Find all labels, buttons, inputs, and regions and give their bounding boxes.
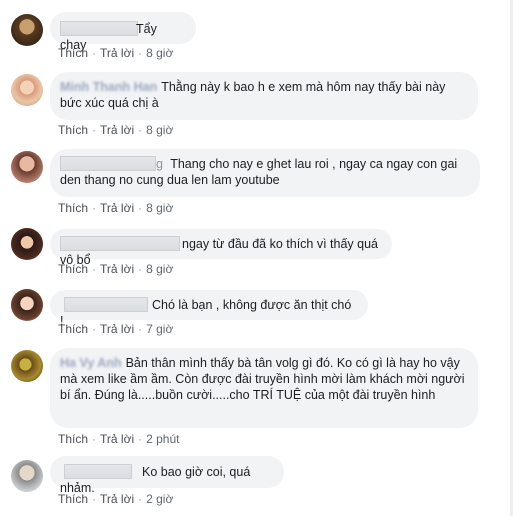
- avatar[interactable]: [11, 151, 43, 183]
- comment-actions: Thích · Trả lời · 8 giờ: [58, 123, 174, 137]
- comment-bubble: Ko bao giờ coi, quá nhảm.: [50, 456, 284, 495]
- comment-actions: Thích · Trả lời · 8 giờ: [58, 262, 174, 276]
- like-link[interactable]: Thích: [58, 123, 88, 137]
- redacted-author-name: [64, 464, 132, 479]
- reply-link[interactable]: Trả lời: [100, 492, 134, 506]
- like-link[interactable]: Thích: [58, 492, 88, 506]
- reply-link[interactable]: Trả lời: [100, 123, 134, 137]
- avatar[interactable]: [11, 228, 43, 260]
- comment-timestamp[interactable]: 8 giờ: [146, 262, 173, 276]
- comment-actions: Thích · Trả lời · 2 giờ: [58, 492, 174, 506]
- comment-actions: Thích · Trả lời · 8 giờ: [58, 46, 174, 60]
- comment-timestamp[interactable]: 8 giờ: [146, 201, 173, 215]
- reply-link[interactable]: Trả lời: [100, 46, 134, 60]
- comment-timestamp[interactable]: 2 phút: [146, 432, 179, 446]
- comment-bubble: g Thang cho nay e ghet lau roi , ngay ca…: [50, 149, 480, 197]
- reply-link[interactable]: Trả lời: [100, 432, 134, 446]
- comment-timestamp[interactable]: 8 giờ: [146, 123, 173, 137]
- like-link[interactable]: Thích: [58, 46, 88, 60]
- like-link[interactable]: Thích: [58, 322, 88, 336]
- avatar[interactable]: [11, 14, 43, 46]
- like-link[interactable]: Thích: [58, 201, 88, 215]
- comment-bubble: Ha Vy Anh Bản thân mình thấy bà tân volg …: [50, 348, 478, 428]
- comment-author[interactable]: Ha Vy Anh: [60, 356, 122, 370]
- comment-actions: Thích · Trả lời · 8 giờ: [58, 201, 174, 215]
- comment-bubble: Chó là bạn , không được ăn thịt chó !: [50, 290, 368, 328]
- redacted-author-name: [60, 21, 138, 36]
- comment-timestamp[interactable]: 8 giờ: [146, 46, 173, 60]
- comment-timestamp[interactable]: 2 giờ: [146, 492, 173, 506]
- comment-timestamp[interactable]: 7 giờ: [146, 322, 173, 336]
- comment-author[interactable]: Minh Thanh Han: [60, 80, 157, 94]
- redacted-author-name: [60, 156, 156, 171]
- comment-bubble: Tẩy chay: [50, 12, 196, 52]
- comment-actions: Thích · Trả lời · 2 phút: [58, 432, 180, 446]
- avatar[interactable]: [11, 289, 43, 321]
- redacted-author-name: [64, 297, 148, 312]
- reply-link[interactable]: Trả lời: [100, 322, 134, 336]
- comment-bubble: Minh Thanh Han Thằng này k bao h e xem mà…: [50, 72, 478, 120]
- comment-actions: Thích · Trả lời · 7 giờ: [58, 322, 174, 336]
- comment-author[interactable]: g: [156, 157, 163, 171]
- like-link[interactable]: Thích: [58, 432, 88, 446]
- avatar[interactable]: [11, 460, 43, 492]
- like-link[interactable]: Thích: [58, 262, 88, 276]
- reply-link[interactable]: Trả lời: [100, 262, 134, 276]
- redacted-author-name: [60, 236, 180, 251]
- comment-bubble: ngay từ đầu đã ko thích vì thấy quá vô b…: [50, 229, 392, 267]
- avatar[interactable]: [11, 74, 43, 106]
- avatar[interactable]: [11, 350, 43, 382]
- reply-link[interactable]: Trả lời: [100, 201, 134, 215]
